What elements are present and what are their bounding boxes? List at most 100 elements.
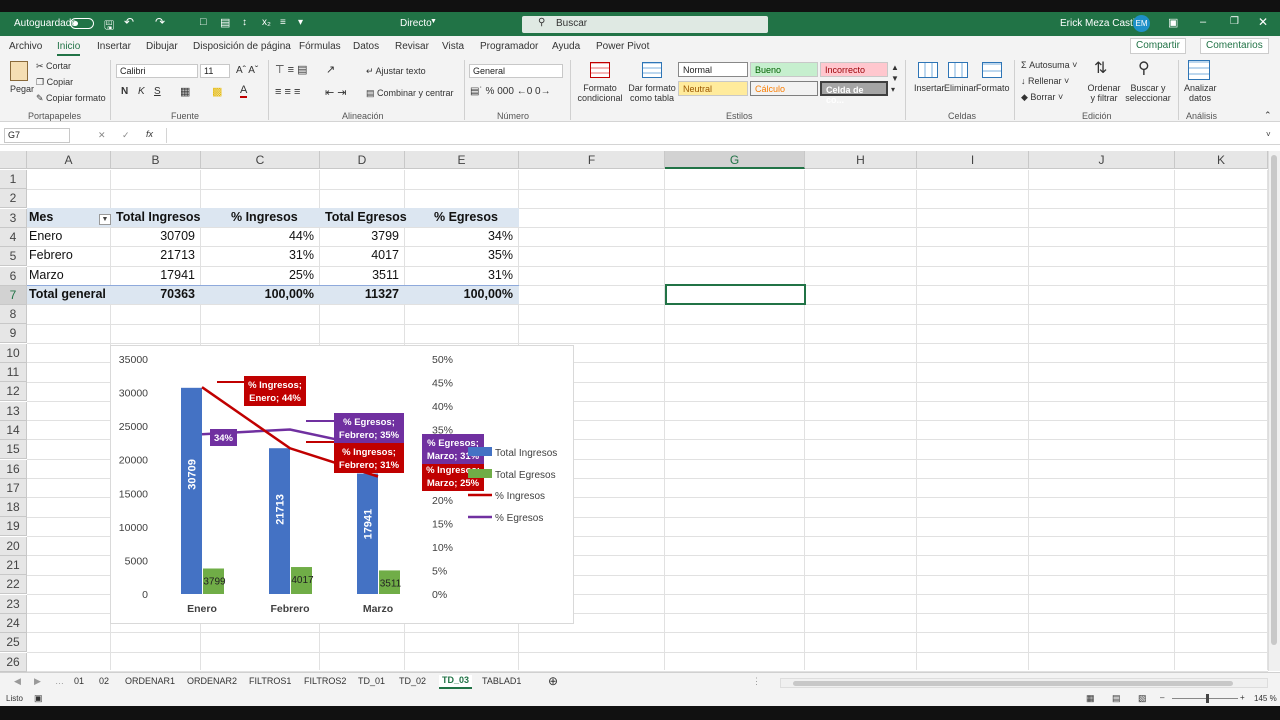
open-icon[interactable]: ▤ [220,16,230,29]
italic-button[interactable]: K [138,86,145,97]
row-header-16[interactable]: 16 [0,459,27,479]
list-icon[interactable]: ≡ [280,17,286,28]
row-header-19[interactable]: 19 [0,517,27,537]
filter-dropdown-button[interactable]: ▼ [99,214,111,225]
table-cell[interactable]: 25% [201,266,314,285]
sort-filter-icon[interactable]: ⇅ [1094,58,1107,78]
underline-button[interactable]: S [154,86,161,97]
sheet-tab-filtros1[interactable]: FILTROS1 [249,676,291,686]
analyze-data-icon[interactable] [1188,60,1210,80]
table-header-cell[interactable]: Mes [29,208,109,227]
sort-filter-button[interactable]: Ordenar y filtrar [1084,83,1124,103]
horizontal-scrollbar[interactable] [780,678,1268,688]
table-cell[interactable]: 17941 [111,266,195,285]
autosum-button[interactable]: Σ Autosuma ˅ [1021,60,1077,70]
page-layout-icon[interactable]: ▤ [1112,693,1121,704]
row-header-17[interactable]: 17 [0,478,27,498]
table-header-cell[interactable]: Total Egresos [325,208,407,227]
wrap-text-button[interactable]: ↵ Ajustar texto [366,66,426,77]
column-header-i[interactable]: I [917,151,1029,169]
style-check[interactable]: Celda de co... [820,81,888,105]
row-header-21[interactable]: 21 [0,556,27,575]
tabs-more-icon[interactable]: ⋮ [752,676,761,687]
column-header-j[interactable]: J [1029,151,1175,169]
grow-font-icon[interactable]: Aˆ Aˇ [236,65,258,76]
paste-button[interactable]: Pegar [10,84,34,94]
indent-icon[interactable]: ⇤ ⇥ [325,86,347,99]
enter-icon[interactable]: ✓ [122,130,130,141]
tab-power-pivot[interactable]: Power Pivot [596,41,649,52]
table-total-cell[interactable]: 100,00% [405,285,513,304]
find-select-button[interactable]: Buscar y seleccionar [1122,83,1174,103]
sheet-tab-02[interactable]: 02 [99,676,109,686]
column-header-c[interactable]: C [201,151,320,169]
comments-button[interactable]: Comentarios [1200,38,1269,54]
row-header-18[interactable]: 18 [0,498,27,518]
borders-icon[interactable]: ▦ [180,85,190,98]
format-cells-button[interactable]: Formato [976,83,1010,93]
row-header-10[interactable]: 10 [0,343,27,363]
share-button[interactable]: Compartir [1130,38,1186,54]
row-header-5[interactable]: 5 [0,247,27,267]
macro-record-icon[interactable]: ▣ [34,693,43,704]
combo-chart[interactable]: 0 5000 10000 15000 20000 25000 30000 35000 0% 5% 1… [110,345,574,624]
format-cells-icon[interactable] [982,62,1002,78]
tab-formulas[interactable]: Fórmulas [299,41,341,52]
close-icon[interactable]: ✕ [1258,15,1268,29]
row-header-8[interactable]: 8 [0,305,27,325]
sheet-tab-01[interactable]: 01 [74,676,84,686]
row-header-13[interactable]: 13 [0,401,27,421]
tab-revisar[interactable]: Revisar [395,41,429,52]
number-format-select[interactable]: General [469,64,563,78]
sheet-tab-td_03[interactable]: TD_03 [439,675,473,689]
page-break-icon[interactable]: ▧ [1138,693,1147,704]
style-good[interactable]: Bueno [750,62,818,77]
new-sheet-button[interactable]: ⊕ [548,674,558,688]
table-cell[interactable]: 35% [405,246,513,265]
delete-cells-icon[interactable] [948,62,968,78]
analyze-data-button[interactable]: Analizar datos [1184,83,1217,103]
expand-formula-icon[interactable]: ˅ [1266,130,1271,139]
sheet-tab-tablad1[interactable]: TABLAD1 [482,676,521,686]
style-calc[interactable]: Cálculo [750,81,818,96]
formula-input[interactable] [166,128,1266,143]
find-icon[interactable]: ⚲ [1138,58,1150,78]
row-header-26[interactable]: 26 [0,652,27,672]
row-header-9[interactable]: 9 [0,324,27,344]
name-box[interactable]: G7 [4,128,70,143]
sheet-tab-td_01[interactable]: TD_01 [358,676,385,686]
merge-center-button[interactable]: ▤ Combinar y centrar [366,88,454,99]
redo-icon[interactable]: ↷ [155,15,165,29]
bold-button[interactable]: N [121,86,128,97]
row-header-2[interactable]: 2 [0,189,27,209]
table-format-button[interactable]: Dar formato como tabla [626,83,678,103]
tab-insertar[interactable]: Insertar [97,41,131,52]
search-input[interactable]: ⚲ Buscar [522,16,768,33]
tab-programador[interactable]: Programador [480,41,538,52]
zoom-slider[interactable] [1172,694,1238,703]
clear-button[interactable]: ◆ Borrar ˅ [1021,92,1063,103]
row-header-4[interactable]: 4 [0,227,27,247]
align-left-icon[interactable]: ≡ ≡ ≡ [275,86,300,98]
select-all-corner[interactable] [0,151,27,169]
vertical-scrollbar[interactable] [1268,151,1280,671]
column-header-e[interactable]: E [405,151,519,169]
row-header-11[interactable]: 11 [0,363,27,382]
table-cell[interactable]: 3511 [320,266,399,285]
minimize-icon[interactable]: – [1200,16,1206,28]
title-dropdown-icon[interactable]: ▼ [430,18,437,25]
column-header-h[interactable]: H [805,151,917,169]
table-total-cell[interactable]: 70363 [111,285,195,304]
tab-dibujar[interactable]: Dibujar [146,41,178,52]
table-header-cell[interactable]: % Egresos [434,208,544,227]
column-header-a[interactable]: A [27,151,111,169]
align-top-icon[interactable]: ⊤ ≡ ▤ [275,63,308,76]
table-total-cell[interactable]: 100,00% [201,285,314,304]
fill-button[interactable]: ↓ Rellenar ˅ [1021,76,1069,86]
row-header-25[interactable]: 25 [0,633,27,653]
sheet-tab-td_02[interactable]: TD_02 [399,676,426,686]
row-header-6[interactable]: 6 [0,266,27,286]
tab-disposicion[interactable]: Disposición de página [193,41,291,52]
tab-archivo[interactable]: Archivo [9,41,42,52]
table-total-cell[interactable]: Total general [29,285,109,304]
